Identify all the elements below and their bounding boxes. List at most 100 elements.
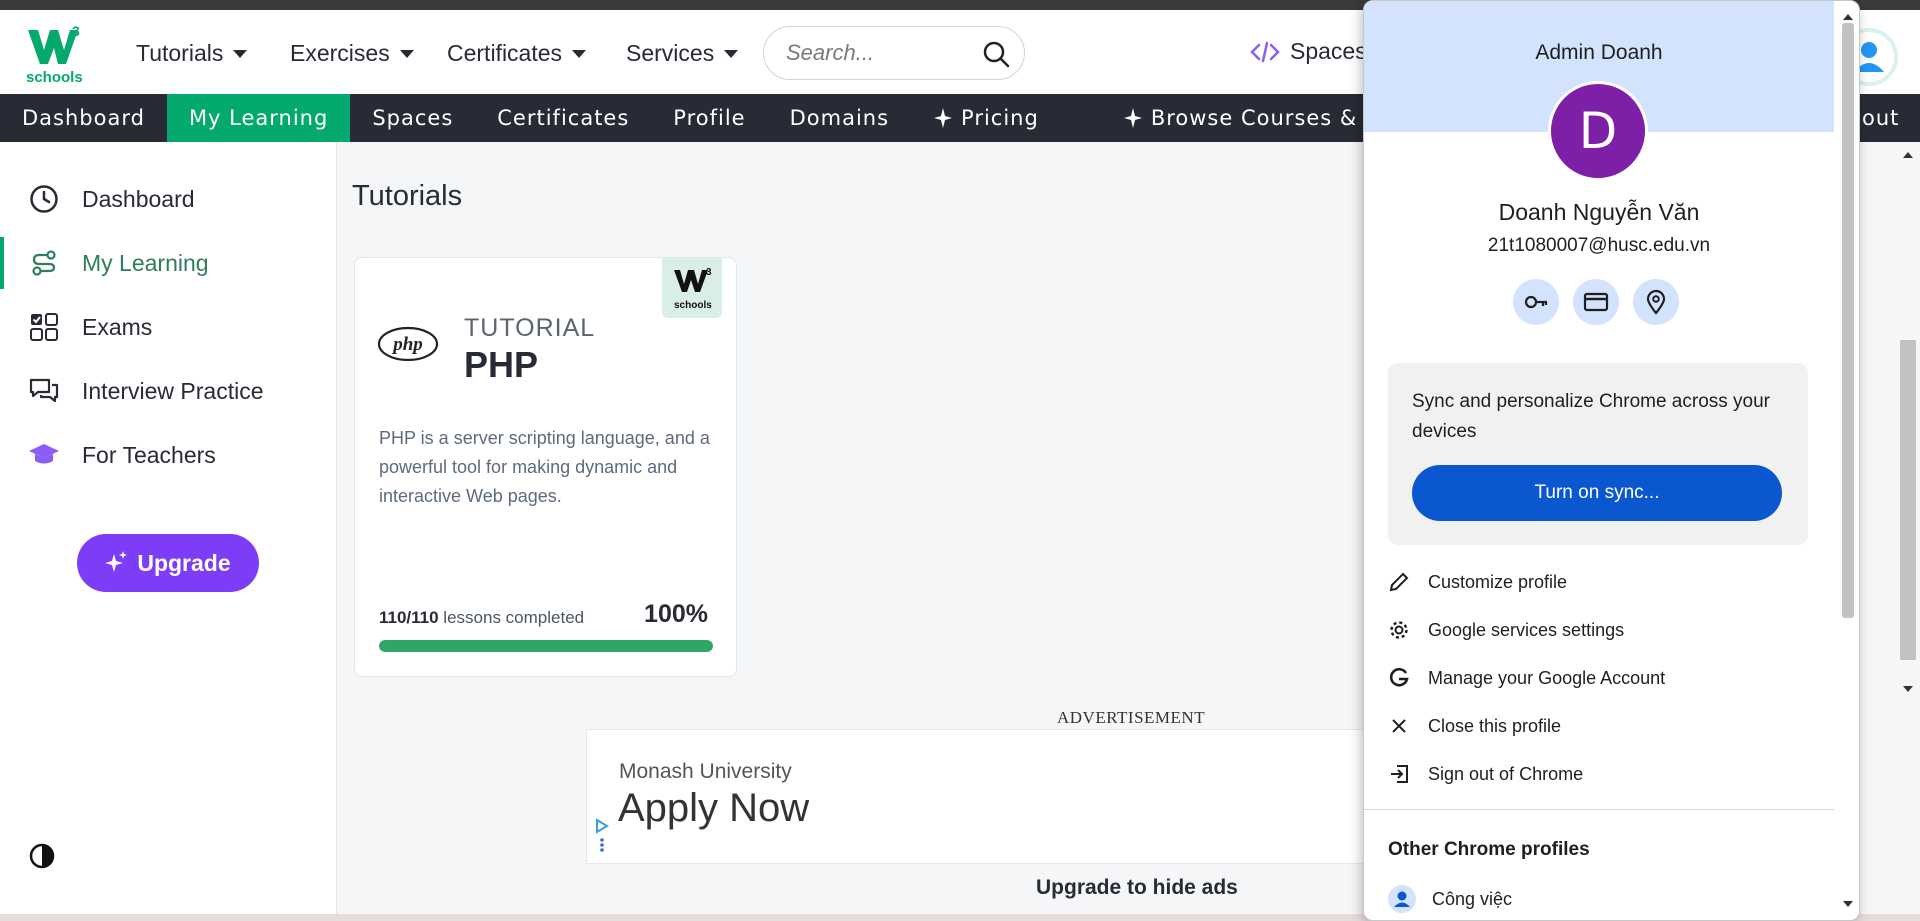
search-input[interactable] (786, 40, 976, 66)
advertisement-label: ADVERTISEMENT (1057, 708, 1206, 727)
pricing-label: Pricing (961, 106, 1039, 130)
subnav-dashboard[interactable]: Dashboard (0, 94, 167, 142)
subnav-certificates[interactable]: Certificates (475, 94, 651, 142)
menu-label: Customize profile (1428, 571, 1568, 592)
page-scrollbar[interactable] (1896, 142, 1920, 702)
w3schools-badge: 3 schools (662, 258, 722, 318)
sidebar-item-for-teachers[interactable]: For Teachers (0, 429, 337, 481)
menu-close-profile[interactable]: Close this profile (1364, 706, 1834, 746)
popup-divider (1364, 809, 1834, 810)
graduation-cap-icon (28, 439, 60, 471)
page: 3 schools Tutorials Exercises Certificat… (0, 0, 1920, 921)
sidebar-item-label: Exams (82, 313, 153, 340)
chat-bubbles-icon (28, 375, 60, 407)
clock-icon (28, 183, 60, 215)
card-description: PHP is a server scripting language, and … (379, 428, 710, 506)
location-pin-icon (1646, 289, 1666, 315)
progress-bar (379, 640, 713, 652)
google-g-icon (1389, 667, 1409, 687)
sign-out-icon (1391, 765, 1408, 783)
sidebar-item-dashboard[interactable]: Dashboard (0, 173, 337, 225)
progress-percent: 100% (644, 600, 708, 628)
lessons-suffix: lessons completed (438, 608, 585, 627)
php-logo-text: php (391, 334, 423, 355)
page-title: Tutorials (352, 180, 463, 212)
svg-text:3: 3 (72, 23, 80, 39)
menu-sign-out-chrome[interactable]: Sign out of Chrome (1364, 754, 1834, 794)
payment-methods-button[interactable] (1573, 279, 1619, 325)
menu-customize-profile[interactable]: Customize profile (1364, 562, 1834, 602)
services-menu[interactable]: Services (626, 40, 739, 67)
ad-headline[interactable]: Apply Now (618, 786, 809, 831)
subnav-my-learning[interactable]: My Learning (166, 94, 351, 142)
progress-fill (379, 640, 713, 652)
subnav-pricing[interactable]: Pricing (911, 94, 1061, 142)
other-profile-name: Công việc (1432, 888, 1513, 909)
other-profile-item[interactable]: Công việc (1388, 885, 1512, 913)
certificates-menu-label: Certificates (447, 40, 563, 66)
spaces-label: Spaces (1290, 38, 1367, 64)
menu-label: Close this profile (1428, 715, 1562, 736)
menu-label: Sign out of Chrome (1428, 763, 1584, 784)
profile-avatar: D (1548, 81, 1648, 181)
advertisement-banner[interactable]: Monash University Apply Now (586, 729, 1366, 864)
menu-google-services-settings[interactable]: Google services settings (1364, 610, 1834, 650)
search-icon[interactable] (982, 40, 1010, 68)
person-icon (1388, 885, 1416, 913)
lessons-count: 110/110 (379, 608, 439, 627)
caret-down-icon (399, 49, 414, 58)
subnav-domains[interactable]: Domains (768, 94, 911, 142)
certificates-menu[interactable]: Certificates (447, 40, 587, 67)
credit-card-icon (1583, 292, 1609, 312)
exercises-menu[interactable]: Exercises (290, 40, 414, 67)
profile-user-name: Doanh Nguyễn Văn (1498, 199, 1700, 225)
popup-scrollbar[interactable] (1834, 1, 1859, 920)
menu-manage-google-account[interactable]: Manage your Google Account (1364, 658, 1834, 698)
card-title: PHP (464, 344, 539, 385)
sparkle-icon (934, 108, 953, 128)
menu-label: Google services settings (1428, 619, 1625, 640)
key-icon (1524, 295, 1548, 309)
upgrade-button[interactable]: Upgrade (77, 534, 259, 592)
logo-text: schools (26, 69, 83, 86)
sparkle-icon (105, 551, 128, 572)
sidebar-item-exams[interactable]: Exams (0, 301, 337, 353)
code-icon (1250, 41, 1280, 62)
sidebar-item-label: For Teachers (82, 441, 216, 468)
sidebar-item-label: Interview Practice (82, 377, 264, 404)
spaces-link[interactable]: Spaces (1250, 38, 1367, 65)
browse-courses-label: Browse Courses & Ex (1150, 106, 1393, 130)
route-icon (28, 247, 60, 279)
badge-text: schools (674, 300, 712, 311)
adchoices-icon[interactable] (593, 818, 611, 854)
contrast-toggle-icon[interactable] (28, 842, 56, 870)
w3schools-logo[interactable]: 3 schools (26, 20, 86, 88)
exams-grid-icon (28, 311, 60, 343)
exercises-menu-label: Exercises (290, 40, 390, 66)
tutorials-menu[interactable]: Tutorials (136, 40, 248, 67)
sidebar-item-label: My Learning (82, 249, 209, 276)
passwords-button[interactable] (1513, 279, 1559, 325)
subnav-logout-partial[interactable]: out (1862, 94, 1899, 142)
sync-description: Sync and personalize Chrome across your … (1412, 391, 1771, 442)
close-icon (1392, 719, 1406, 733)
ad-advertiser: Monash University (619, 760, 792, 783)
sidebar-item-my-learning[interactable]: My Learning (0, 237, 337, 289)
pencil-icon (1389, 572, 1409, 592)
tutorials-menu-label: Tutorials (136, 40, 224, 66)
sidebar-item-interview-practice[interactable]: Interview Practice (0, 365, 337, 417)
profile-email: 21t1080007@husc.edu.vn (1487, 235, 1711, 256)
svg-text:3: 3 (706, 267, 712, 278)
lessons-completed: 110/110 lessons completed (379, 608, 584, 628)
tutorial-card[interactable]: 3 schools php TUTORIAL PHP PHP is a serv… (354, 257, 737, 677)
addresses-button[interactable] (1633, 279, 1679, 325)
caret-down-icon (572, 49, 587, 58)
other-profiles-title: Other Chrome profiles (1388, 839, 1590, 860)
subnav-profile[interactable]: Profile (651, 94, 767, 142)
upgrade-to-hide-ads-link[interactable]: Upgrade to hide ads (1036, 876, 1238, 900)
popup-scrollbar-track (1842, 14, 1854, 907)
upgrade-label: Upgrade (137, 549, 231, 576)
search-box (763, 26, 1025, 80)
subnav-spaces[interactable]: Spaces (350, 94, 475, 142)
turn-on-sync-button[interactable]: Turn on sync... (1412, 465, 1782, 521)
